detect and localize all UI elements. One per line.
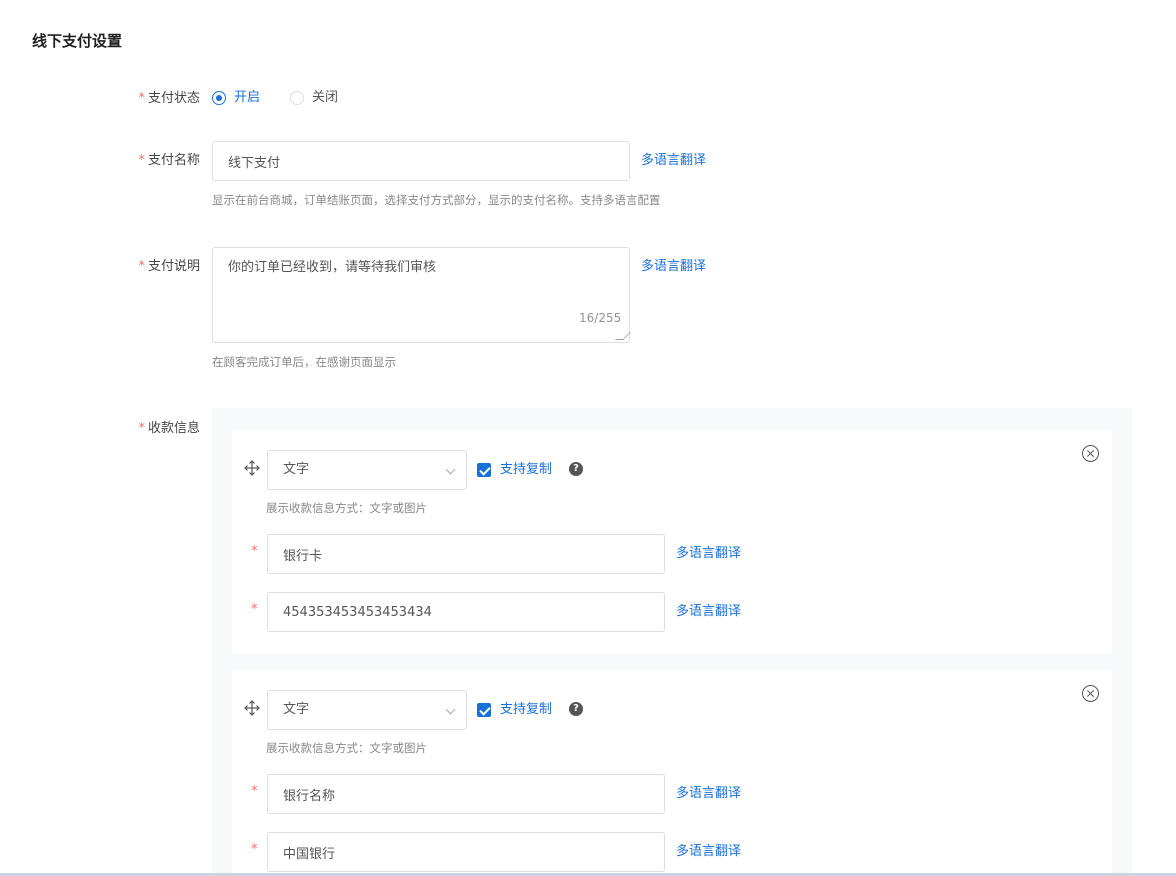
payment-desc-translate-link[interactable]: 多语言翻译 — [641, 258, 706, 276]
payment-status-label: * 支付状态 — [30, 90, 200, 108]
info-field-translate-link[interactable]: 多语言翻译 — [676, 545, 741, 563]
radio-off-dot[interactable] — [290, 91, 305, 105]
payment-status-radio-group: 开启 关闭 — [212, 89, 338, 107]
info-type-select[interactable]: 文字 — [267, 450, 467, 490]
payment-name-label-text: 支付名称 — [147, 153, 200, 168]
info-type-select[interactable]: 文字 — [267, 690, 467, 730]
copy-checkbox-label[interactable]: 支持复制 — [500, 461, 552, 479]
payment-info-panel: 文字 支持复制 ? 展示收款信息方式：文字或图片 * 多语言翻译 * 多语言翻译 — [212, 408, 1132, 876]
payment-name-input[interactable] — [212, 141, 630, 181]
info-value-translate-link[interactable]: 多语言翻译 — [676, 603, 741, 621]
drag-move-icon[interactable] — [244, 460, 260, 476]
info-value-input[interactable] — [267, 592, 665, 632]
info-value-translate-link[interactable]: 多语言翻译 — [676, 843, 741, 861]
radio-off-label: 关闭 — [312, 90, 339, 105]
copy-checkbox[interactable] — [477, 463, 491, 477]
copy-checkbox-label[interactable]: 支持复制 — [500, 701, 552, 719]
info-type-select-value: 文字 — [283, 462, 310, 477]
payment-desc-textarea[interactable] — [212, 247, 630, 343]
radio-on-label: 开启 — [234, 90, 261, 105]
required-mark: * — [138, 153, 145, 168]
drag-move-icon[interactable] — [244, 700, 260, 716]
close-icon[interactable] — [1082, 445, 1099, 462]
offline-payment-settings-page: 线下支付设置 *支付状态 开启 关闭 *支付名称 多语言翻译 显示在前台商城，订… — [0, 0, 1176, 876]
required-mark: * — [138, 421, 145, 436]
payment-info-card: 文字 支持复制 ? 展示收款信息方式：文字或图片 * 多语言翻译 * 多语言翻译 — [232, 430, 1112, 654]
info-type-select-value: 文字 — [283, 702, 310, 717]
radio-off[interactable]: 关闭 — [290, 89, 338, 107]
payment-desc-hint: 在顾客完成订单后，在感谢页面显示 — [212, 355, 396, 369]
radio-on-dot[interactable] — [212, 91, 226, 105]
required-mark: * — [251, 602, 258, 617]
payment-desc-counter: 16/255 — [579, 311, 622, 325]
payment-desc-label-text: 支付说明 — [147, 259, 200, 274]
info-value-input[interactable] — [267, 832, 665, 872]
payment-status-label-text: 支付状态 — [147, 91, 200, 106]
help-icon[interactable]: ? — [569, 462, 583, 476]
info-type-hint: 展示收款信息方式：文字或图片 — [266, 741, 427, 755]
page-title: 线下支付设置 — [32, 32, 123, 50]
required-mark: * — [251, 544, 258, 559]
info-field-translate-link[interactable]: 多语言翻译 — [676, 785, 741, 803]
chevron-down-icon — [445, 704, 456, 715]
info-type-hint: 展示收款信息方式：文字或图片 — [266, 501, 427, 515]
close-icon[interactable] — [1082, 685, 1099, 702]
required-mark: * — [138, 259, 145, 274]
required-mark: * — [251, 842, 258, 857]
radio-on[interactable]: 开启 — [212, 89, 260, 107]
payment-name-label: * 支付名称 — [30, 152, 200, 170]
required-mark: * — [251, 784, 258, 799]
payment-info-label-text: 收款信息 — [147, 421, 200, 436]
chevron-down-icon — [445, 464, 456, 475]
copy-checkbox[interactable] — [477, 703, 491, 717]
payment-name-translate-link[interactable]: 多语言翻译 — [641, 152, 706, 170]
required-mark: * — [138, 91, 145, 106]
info-field-input[interactable] — [267, 534, 665, 574]
payment-info-card: 文字 支持复制 ? 展示收款信息方式：文字或图片 * 多语言翻译 * 多语言翻译 — [232, 670, 1112, 876]
help-icon[interactable]: ? — [569, 702, 583, 716]
payment-info-label: * 收款信息 — [30, 420, 200, 438]
payment-name-hint: 显示在前台商城，订单结账页面，选择支付方式部分，显示的支付名称。支持多语言配置 — [212, 193, 661, 207]
info-field-input[interactable] — [267, 774, 665, 814]
payment-desc-label: * 支付说明 — [30, 258, 200, 276]
